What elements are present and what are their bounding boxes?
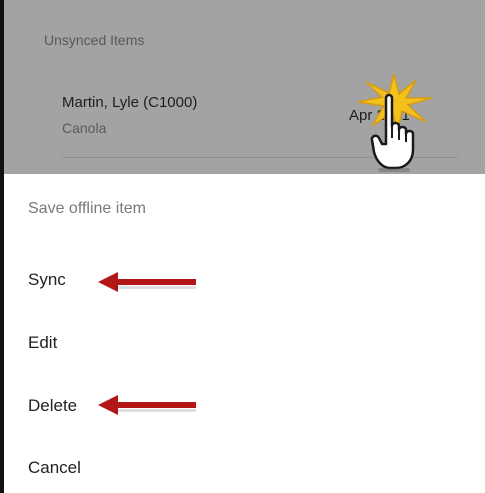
menu-item-edit[interactable]: Edit	[28, 333, 57, 353]
sync-arrow-icon	[98, 272, 196, 292]
menu-item-sync[interactable]: Sync	[28, 270, 66, 290]
item-crop: Canola	[62, 120, 107, 136]
unsynced-items-panel: Unsynced Items Martin, Lyle (C1000) Cano…	[4, 0, 485, 174]
menu-title: Save offline item	[28, 200, 146, 217]
item-name[interactable]: Martin, Lyle (C1000)	[62, 94, 197, 111]
delete-arrow-icon	[98, 395, 196, 415]
menu-item-delete[interactable]: Delete	[28, 396, 77, 416]
section-label: Unsynced Items	[44, 32, 145, 48]
hand-pointer-icon	[370, 93, 415, 172]
menu-item-cancel[interactable]: Cancel	[28, 458, 81, 478]
screen: Unsynced Items Martin, Lyle (C1000) Cano…	[0, 0, 485, 493]
